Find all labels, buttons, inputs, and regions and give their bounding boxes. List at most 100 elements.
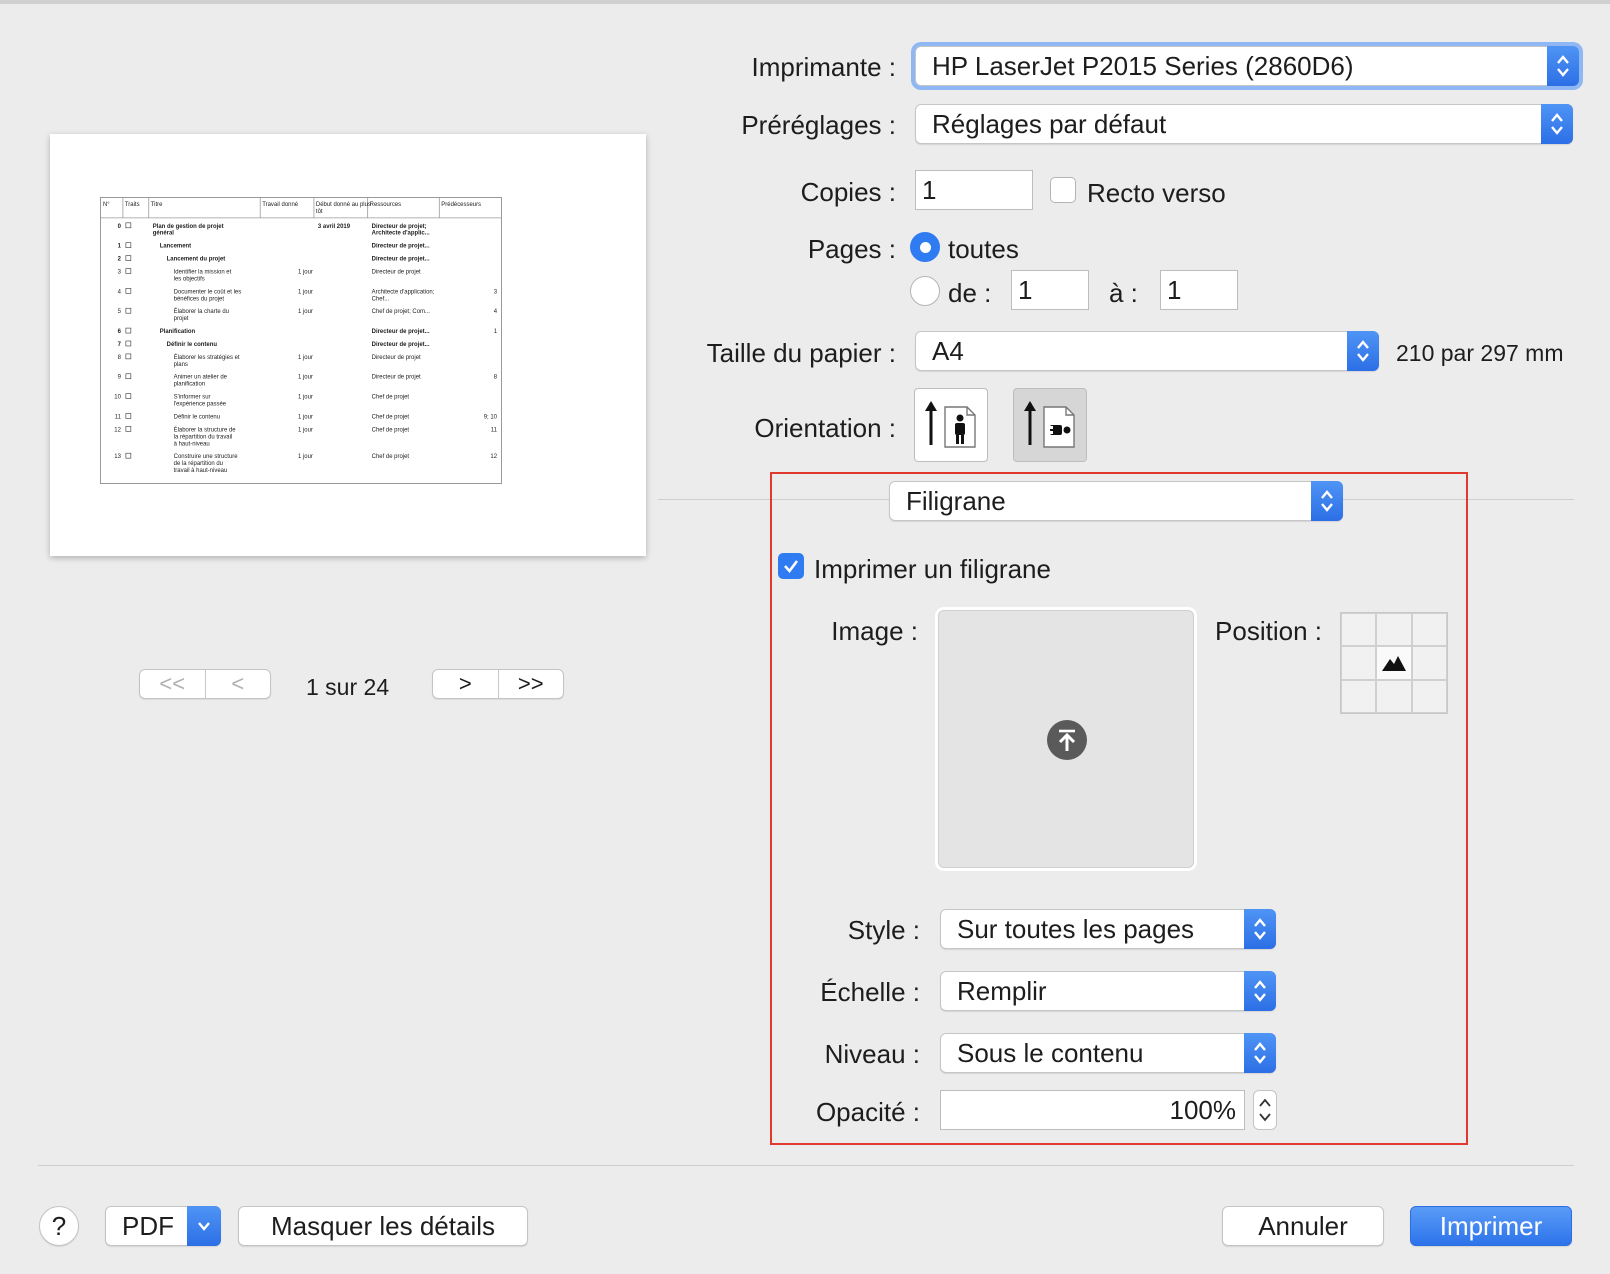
pages-all-radio[interactable] xyxy=(910,232,940,262)
preview-row-title: Élaborer la structure de la répartition d… xyxy=(174,426,237,447)
updown-chevron-icon xyxy=(1347,331,1379,371)
preview-row-number: 9 xyxy=(118,375,122,381)
footer-separator xyxy=(38,1165,1574,1166)
portrait-orientation-button[interactable] xyxy=(914,388,988,462)
style-label: Style : xyxy=(847,915,920,945)
preview-row-number: 0 xyxy=(118,224,122,230)
preview-row-resources: Directeur de projet... xyxy=(372,257,430,263)
preview-header-cell: Titre xyxy=(151,202,163,208)
pages-all-label: toutes xyxy=(948,234,1019,264)
preview-row-predecessors: 1 xyxy=(494,329,498,335)
preview-header-cell: Travail donné xyxy=(262,202,299,208)
mountain-icon xyxy=(1381,655,1406,671)
paper-size-popup[interactable]: A4 xyxy=(915,331,1379,371)
preview-row-predecessors: 12 xyxy=(490,454,497,460)
printer-value: HP LaserJet P2015 Series (2860D6) xyxy=(932,50,1354,81)
printer-popup[interactable]: HP LaserJet P2015 Series (2860D6) xyxy=(915,46,1579,86)
preview-header-cell: Ressources xyxy=(370,202,401,208)
updown-chevron-icon xyxy=(1244,971,1276,1011)
checkmark-icon xyxy=(784,560,799,574)
cancel-button[interactable]: Annuler xyxy=(1222,1206,1384,1246)
updown-chevron-icon xyxy=(1244,1033,1276,1073)
preview-row-start: 3 avril 2019 xyxy=(318,224,351,230)
landscape-person-icon xyxy=(1024,401,1075,448)
preview-row-number: 8 xyxy=(118,355,122,361)
preview-row-work: 1 jour xyxy=(298,454,313,460)
print-button[interactable]: Imprimer xyxy=(1410,1206,1572,1246)
level-label: Niveau : xyxy=(824,1039,920,1069)
preview-row-title: Identifier la mission et les objectifs xyxy=(174,269,232,282)
position-bottom-left[interactable] xyxy=(1341,679,1377,713)
position-bottom-center[interactable] xyxy=(1376,679,1412,713)
preview-row-resources: Directeur de projet... xyxy=(372,329,430,335)
orientation-label: Orientation : xyxy=(754,413,896,443)
pages-from-field[interactable]: 1 xyxy=(1011,270,1089,310)
copies-label: Copies : xyxy=(800,177,896,207)
preview-row-indicator xyxy=(125,307,132,314)
preview-task-table: N° Traits Titre Travail donné Début donné au… xyxy=(100,197,502,484)
upload-icon xyxy=(1047,720,1087,760)
hide-details-button[interactable]: Masquer les détails xyxy=(238,1206,528,1246)
preview-row-title: Lancement du projet xyxy=(167,257,226,263)
position-center[interactable] xyxy=(1376,646,1412,680)
opacity-stepper[interactable] xyxy=(1253,1090,1277,1130)
first-page-button[interactable]: << xyxy=(140,670,205,698)
preview-row-indicator xyxy=(125,353,132,360)
position-middle-left[interactable] xyxy=(1341,646,1377,680)
watermark-enable-checkbox[interactable] xyxy=(778,553,804,579)
preview-row-number: 5 xyxy=(118,309,122,315)
position-bottom-right[interactable] xyxy=(1411,679,1447,713)
landscape-orientation-button[interactable] xyxy=(1013,388,1087,462)
previous-page-button[interactable]: < xyxy=(204,670,271,698)
level-popup[interactable]: Sous le contenu xyxy=(940,1033,1276,1073)
presets-popup[interactable]: Réglages par défaut xyxy=(915,104,1573,144)
opacity-field[interactable]: 100% xyxy=(940,1090,1245,1130)
preview-table-graphic: N° Traits Titre Travail donné Début donné au… xyxy=(101,198,501,474)
preview-row-predecessors: 11 xyxy=(491,427,498,433)
preview-row-resources: Chef de projet xyxy=(372,395,410,401)
preview-row-indicator xyxy=(125,373,132,380)
window-top-edge xyxy=(0,0,1610,4)
preview-row-work: 1 jour xyxy=(298,309,313,315)
preview-row-resources: Chef de projet xyxy=(372,414,410,420)
position-top-center[interactable] xyxy=(1376,613,1412,647)
portrait-person-icon xyxy=(925,401,976,448)
pages-from-label: de : xyxy=(948,278,992,308)
preview-row-indicator xyxy=(125,268,132,274)
preview-row-number: 13 xyxy=(114,454,121,460)
preview-row-number: 2 xyxy=(118,257,122,263)
pdf-menu-button[interactable]: PDF xyxy=(105,1206,221,1246)
section-popup[interactable]: Filigrane xyxy=(889,481,1343,521)
help-button[interactable]: ? xyxy=(39,1206,79,1246)
preview-row-number: 11 xyxy=(115,414,122,420)
duplex-checkbox[interactable] xyxy=(1050,177,1076,203)
preview-row-indicator xyxy=(125,413,132,419)
next-page-button[interactable]: > xyxy=(433,670,498,698)
preview-row-number: 1 xyxy=(118,244,122,250)
preview-row-indicator xyxy=(125,242,132,248)
chevron-down-icon xyxy=(187,1206,221,1246)
preview-row-predecessors: 9; 10 xyxy=(484,414,498,420)
preview-row-resources: Directeur de projet; Architecte d'applic.… xyxy=(372,224,430,237)
preview-row-indicator xyxy=(125,426,132,432)
position-top-left[interactable] xyxy=(1341,613,1377,647)
printer-label: Imprimante : xyxy=(751,52,897,82)
last-page-button[interactable]: >> xyxy=(497,670,564,698)
position-top-right[interactable] xyxy=(1411,613,1447,647)
preview-row-indicator xyxy=(125,327,132,334)
preview-row-work: 1 jour xyxy=(298,427,313,433)
preview-row-title: Documenter le coût et les bénéfices du pr… xyxy=(174,289,242,302)
updown-chevron-icon xyxy=(1541,104,1573,144)
watermark-image-well[interactable] xyxy=(938,610,1194,868)
pages-range-radio[interactable] xyxy=(910,276,940,306)
position-middle-right[interactable] xyxy=(1411,646,1447,680)
scale-popup[interactable]: Remplir xyxy=(940,971,1276,1011)
preview-row-work: 1 jour xyxy=(298,269,313,275)
preview-row-predecessors: 8 xyxy=(494,375,498,381)
pager-back-group: << < xyxy=(139,669,271,699)
style-popup[interactable]: Sur toutes les pages xyxy=(940,909,1276,949)
preview-row-indicator xyxy=(125,340,132,347)
preview-row-resources: Architecte d'application; Chef... xyxy=(372,289,435,302)
copies-field[interactable]: 1 xyxy=(915,170,1033,210)
pages-to-field[interactable]: 1 xyxy=(1160,270,1238,310)
